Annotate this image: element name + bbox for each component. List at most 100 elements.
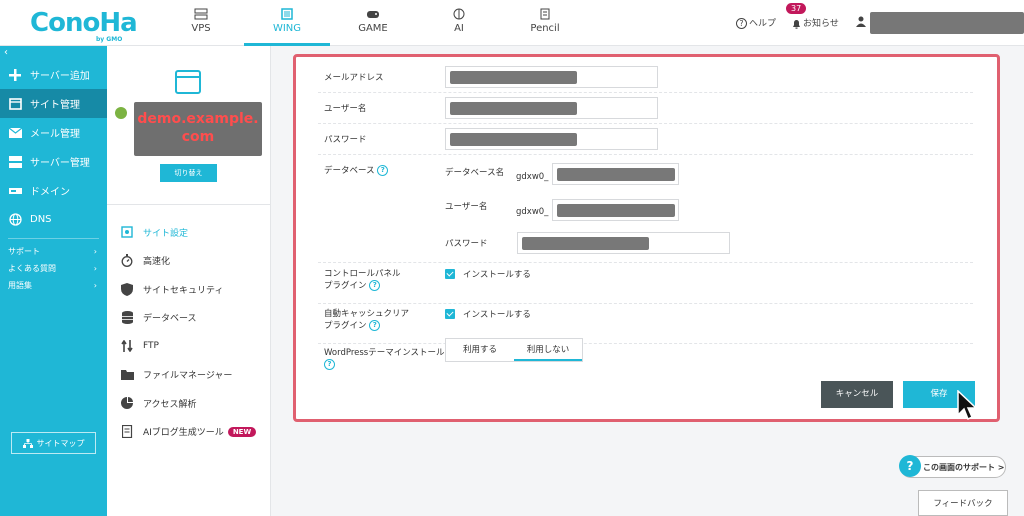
globe-icon	[8, 213, 22, 227]
cache-plugin-label: 自動キャッシュクリア プラグイン ?	[324, 309, 410, 331]
db-user-prefix: gdxw0_	[516, 207, 549, 217]
transfer-icon	[120, 339, 134, 353]
email-field[interactable]	[445, 66, 658, 88]
cancel-button[interactable]: キャンセル	[821, 381, 893, 408]
switch-site-button[interactable]: 切り替え	[160, 164, 217, 182]
pencil-icon	[540, 8, 550, 20]
theme-row: WordPressテーマインストール? 利用する 利用しない	[318, 338, 973, 376]
database-icon	[120, 311, 134, 325]
sitemap-icon	[22, 438, 33, 448]
sidebar-link-faq[interactable]: よくある質問 ›	[0, 260, 107, 277]
menu-item-access-analysis[interactable]: アクセス解析	[120, 389, 256, 418]
cache-plugin-checkbox[interactable]	[445, 309, 455, 319]
bell-icon	[793, 19, 800, 29]
username-row: ユーザー名	[318, 93, 973, 124]
db-name-prefix: gdxw0_	[516, 172, 549, 182]
db-name-field[interactable]	[552, 163, 679, 185]
sitemap-button[interactable]: サイトマップ	[11, 432, 96, 454]
menu-item-speedup[interactable]: 高速化	[120, 247, 256, 276]
theme-not-use-option[interactable]: 利用しない	[514, 339, 582, 361]
page-support-button[interactable]: ? この画面のサポート >	[899, 455, 1006, 478]
chevron-right-icon: ›	[93, 264, 97, 273]
sidebar-item-dns[interactable]: DNS	[0, 205, 107, 234]
sidebar-link-glossary[interactable]: 用語集 ›	[0, 277, 107, 294]
username-label: ユーザー名	[324, 104, 367, 114]
site-panel: demo.example. com 切り替え サイト設定 高速化 サイトセキュリ…	[107, 46, 271, 516]
sidebar-item-server-manage[interactable]: サーバー管理	[0, 147, 107, 176]
menu-item-site-settings[interactable]: サイト設定	[120, 218, 256, 247]
notice-link[interactable]: お知らせ	[792, 16, 839, 29]
plus-icon	[8, 68, 22, 82]
mouse-cursor-icon	[957, 390, 978, 421]
conoha-logo[interactable]: ConoHa by GMO	[30, 8, 138, 43]
document-icon	[120, 425, 134, 439]
chevron-right-icon: ›	[93, 281, 97, 290]
password-label: パスワード	[324, 135, 367, 145]
website-window-icon	[175, 70, 201, 94]
redacted-value	[522, 237, 649, 250]
cp-plugin-label: コントロールパネル プラグイン ?	[324, 269, 401, 291]
redacted-value	[450, 71, 577, 84]
site-name-thumbnail: demo.example. com	[134, 102, 262, 156]
nav-ai[interactable]: AI	[416, 0, 502, 46]
sidebar-link-support[interactable]: サポート ›	[0, 243, 107, 260]
nav-wing[interactable]: WING	[244, 0, 330, 46]
server-icon	[8, 155, 22, 169]
redacted-value	[557, 168, 675, 181]
password-row: パスワード	[318, 124, 973, 155]
help-question-icon[interactable]: ?	[369, 320, 381, 331]
main-sidebar: ‹ サーバー追加 サイト管理 メール管理 サーバー管理 ドメイン DNS サポー…	[0, 46, 107, 516]
help-question-icon[interactable]: ?	[324, 359, 335, 370]
chevron-right-icon: ›	[93, 247, 97, 256]
gear-icon	[120, 225, 134, 239]
feedback-button[interactable]: フィードバック	[918, 490, 1008, 516]
db-name-label: データベース名	[445, 168, 505, 178]
sidebar-divider	[8, 238, 99, 239]
theme-use-option[interactable]: 利用する	[446, 339, 514, 361]
cp-plugin-checkbox[interactable]	[445, 269, 455, 279]
notice-count-badge: 37	[786, 3, 807, 14]
nav-pencil[interactable]: Pencil	[502, 0, 588, 46]
wordpress-settings-form: メールアドレス ユーザー名 パスワード データベース ? データベース名 gdx…	[293, 54, 1000, 422]
menu-item-site-security[interactable]: サイトセキュリティ	[120, 275, 256, 304]
help-icon: ?	[736, 18, 747, 29]
sidebar-collapse-icon[interactable]: ‹	[0, 46, 107, 60]
help-question-icon[interactable]: ?	[377, 165, 389, 176]
database-row: データベース ? データベース名 gdxw0_ ユーザー名 gdxw0_ パスワ…	[318, 155, 973, 263]
sidebar-item-domain[interactable]: ドメイン	[0, 176, 107, 205]
user-icon[interactable]	[856, 16, 866, 27]
password-field[interactable]	[445, 128, 658, 150]
top-header: ConoHa by GMO VPS WING GAME AI Pencil ? ヘ…	[0, 0, 1024, 46]
menu-item-file-manager[interactable]: ファイルマネージャー	[120, 361, 256, 390]
mail-icon	[8, 126, 22, 140]
theme-label: WordPressテーマインストール?	[324, 348, 445, 370]
panel-divider	[107, 204, 271, 205]
wing-icon	[281, 8, 293, 20]
sidebar-item-add-server[interactable]: サーバー追加	[0, 60, 107, 89]
db-user-field[interactable]	[552, 199, 679, 221]
help-link[interactable]: ? ヘルプ	[736, 16, 776, 29]
database-label: データベース ?	[324, 165, 389, 177]
db-password-field[interactable]	[517, 232, 730, 254]
question-icon: ?	[899, 455, 921, 477]
username-field[interactable]	[445, 97, 658, 119]
menu-item-database[interactable]: データベース	[120, 304, 256, 333]
redacted-value	[450, 102, 577, 115]
nav-vps[interactable]: VPS	[158, 0, 244, 46]
nav-game[interactable]: GAME	[330, 0, 416, 46]
cache-plugin-install-label: インストールする	[463, 310, 531, 320]
service-nav: VPS WING GAME AI Pencil	[158, 0, 588, 46]
site-icon	[8, 97, 22, 111]
new-badge: NEW	[227, 426, 257, 437]
user-name-redacted[interactable]	[870, 12, 1024, 34]
help-question-icon[interactable]: ?	[369, 280, 381, 291]
stopwatch-icon	[120, 254, 134, 268]
site-menu: サイト設定 高速化 サイトセキュリティ データベース FTP ファイルマネージャ…	[120, 218, 257, 447]
email-row: メールアドレス	[318, 63, 973, 93]
menu-item-ftp[interactable]: FTP	[120, 332, 256, 361]
sidebar-item-site-manage[interactable]: サイト管理	[0, 89, 107, 118]
menu-item-ai-blog-tool[interactable]: AIブログ生成ツール NEW	[120, 418, 257, 447]
sidebar-item-mail-manage[interactable]: メール管理	[0, 118, 107, 147]
cache-plugin-row: 自動キャッシュクリア プラグイン ? インストールする	[318, 304, 973, 344]
pie-chart-icon	[120, 396, 134, 410]
